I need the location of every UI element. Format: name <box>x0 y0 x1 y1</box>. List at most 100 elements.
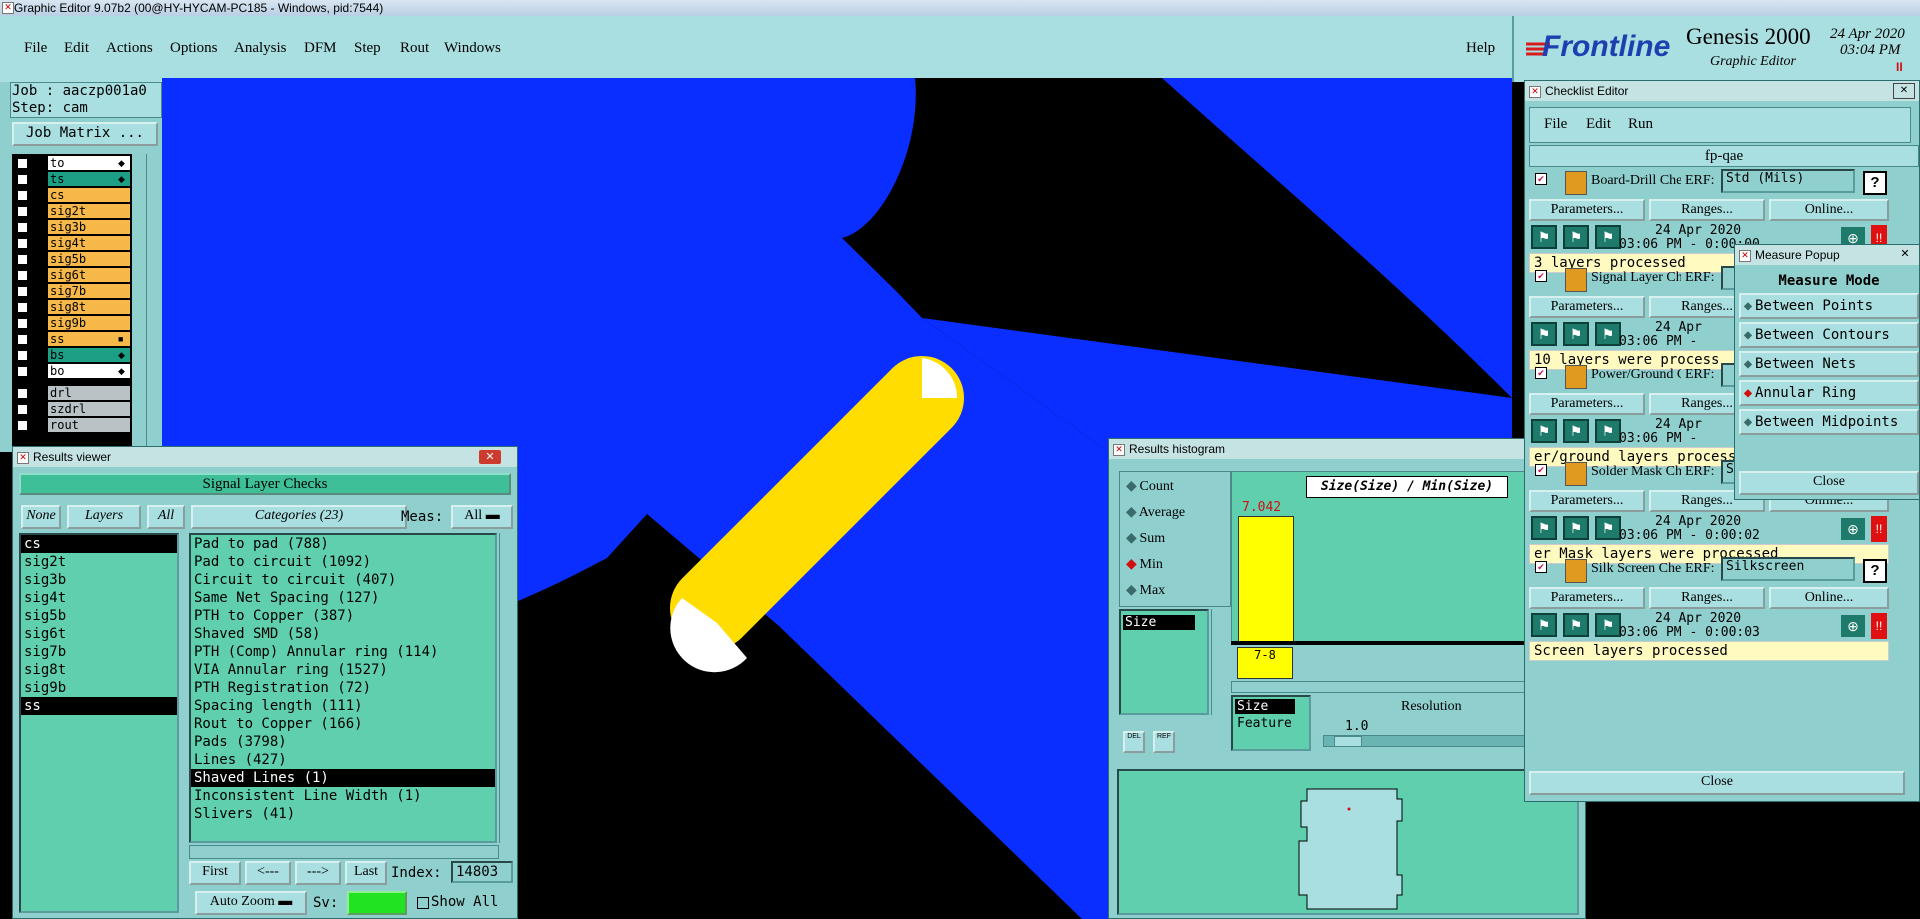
help-button[interactable]: ? <box>1863 559 1887 583</box>
categories-button[interactable]: Categories (23) <box>191 505 407 529</box>
radio-icon[interactable]: ◆ <box>1126 478 1137 495</box>
alert-icon[interactable]: !! <box>1871 516 1887 542</box>
erf-field[interactable]: Std (Mils) <box>1721 169 1855 193</box>
radio-icon[interactable]: ◆ <box>1126 556 1137 573</box>
run-all-icon[interactable]: ⚑ <box>1563 419 1589 443</box>
zoom-results-icon[interactable]: ⊕ <box>1841 518 1865 540</box>
run-icon[interactable]: ⚑ <box>1531 613 1557 637</box>
layer-name[interactable]: sig9b <box>48 316 130 330</box>
layer-checkbox[interactable] <box>17 286 28 297</box>
layer-name[interactable]: sig2t <box>48 204 130 218</box>
attribute-feature[interactable]: Feature <box>1235 716 1307 731</box>
layer-checkbox[interactable] <box>17 174 28 185</box>
histogram-menu-icon[interactable]: ✕ <box>1113 444 1125 456</box>
layer-row-sig6t[interactable]: sig6t <box>14 268 132 282</box>
layer-result-list[interactable]: cs sig2t sig3b sig4t sig5b sig6t sig7b sig8t sig… <box>19 533 179 913</box>
layer-name[interactable]: sig4t <box>48 236 130 250</box>
category-item[interactable]: PTH Registration (72) <box>191 679 495 697</box>
layers-button[interactable]: Layers <box>67 505 141 529</box>
checklist-menu-edit[interactable]: Edit <box>1586 116 1611 133</box>
parameters-button[interactable]: Parameters... <box>1529 490 1645 512</box>
category-item[interactable]: VIA Annular ring (1527) <box>191 661 495 679</box>
show-results-icon[interactable]: ⚑ <box>1595 419 1621 443</box>
layer-name[interactable]: sig5b <box>48 252 130 266</box>
category-item[interactable]: PTH to Copper (387) <box>191 607 495 625</box>
checklist-close-icon[interactable]: ✕ <box>1893 83 1915 99</box>
category-scrollbar[interactable] <box>499 533 514 843</box>
checklist-menu-file[interactable]: File <box>1544 116 1567 133</box>
category-item[interactable]: Spacing length (111) <box>191 697 495 715</box>
sv-color-dropdown[interactable] <box>347 891 407 915</box>
category-hscrollbar[interactable] <box>189 845 499 859</box>
menu-windows[interactable]: Windows <box>444 40 501 57</box>
measure-option[interactable]: ◆ Between Contours <box>1739 322 1919 348</box>
menu-actions[interactable]: Actions <box>106 40 153 57</box>
layer-checkbox[interactable] <box>17 388 28 399</box>
results-viewer-menu-icon[interactable]: ✕ <box>17 452 29 464</box>
checklist-close-button[interactable]: Close <box>1529 771 1905 795</box>
parameters-button[interactable]: Parameters... <box>1529 296 1645 318</box>
radio-icon[interactable]: ◆ <box>1126 504 1137 521</box>
check-enable-checkbox[interactable]: ✔ <box>1535 561 1547 573</box>
check-name[interactable]: Board-Drill Che <box>1591 173 1681 189</box>
all-layers-button[interactable]: All <box>147 505 185 529</box>
layer-checkbox[interactable] <box>17 404 28 415</box>
layer-row-szdrl[interactable]: szdrl <box>14 402 132 416</box>
layer-checkbox[interactable] <box>17 420 28 431</box>
layer-name[interactable]: cs <box>48 188 130 202</box>
measure-radio-icon[interactable]: ◆ <box>1741 353 1755 375</box>
menu-file[interactable]: File <box>24 40 47 57</box>
layer-row-drl[interactable]: drl <box>14 386 132 400</box>
menu-step[interactable]: Step <box>354 40 381 57</box>
measure-option[interactable]: ◆ Between Nets <box>1739 351 1919 377</box>
run-all-icon[interactable]: ⚑ <box>1563 613 1589 637</box>
layer-row-sig4t[interactable]: sig4t <box>14 236 132 250</box>
layer-row-to[interactable]: to ◆ <box>14 156 132 170</box>
check-name[interactable]: Silk Screen Che <box>1591 561 1681 577</box>
category-item[interactable]: Pads (3798) <box>191 733 495 751</box>
category-item[interactable]: Slivers (41) <box>191 805 495 823</box>
layer-checkbox[interactable] <box>17 318 28 329</box>
layer-row-sig8t[interactable]: sig8t <box>14 300 132 314</box>
app-close-icon[interactable]: ✕ <box>2 2 14 14</box>
result-layer-item[interactable]: cs <box>21 535 177 553</box>
layer-row-ts[interactable]: ts ◆ <box>14 172 132 186</box>
histogram-list[interactable]: Size <box>1119 609 1209 715</box>
layer-checkbox[interactable] <box>17 254 28 265</box>
result-layer-item[interactable]: sig5b <box>21 607 177 625</box>
online-button[interactable]: Online... <box>1769 587 1889 609</box>
category-item[interactable]: Pad to pad (788) <box>191 535 495 553</box>
histogram-list-item[interactable]: Size <box>1123 615 1195 630</box>
run-all-icon[interactable]: ⚑ <box>1563 516 1589 540</box>
histogram-bar[interactable] <box>1238 516 1294 642</box>
layer-checkbox[interactable] <box>17 350 28 361</box>
parameters-button[interactable]: Parameters... <box>1529 587 1645 609</box>
layer-name[interactable]: sig3b <box>48 220 130 234</box>
layer-name[interactable]: drl <box>48 386 130 400</box>
mode-max[interactable]: ◆ Max <box>1126 582 1165 602</box>
result-layer-item[interactable]: sig2t <box>21 553 177 571</box>
check-enable-checkbox[interactable]: ✔ <box>1535 173 1547 185</box>
parameters-button[interactable]: Parameters... <box>1529 393 1645 415</box>
mode-min[interactable]: ◆ Min <box>1126 556 1163 576</box>
measure-close-button[interactable]: Close <box>1739 471 1919 495</box>
results-viewer-close-icon[interactable]: ✕ <box>479 450 501 464</box>
category-item[interactable]: Lines (427) <box>191 751 495 769</box>
layer-checkbox[interactable] <box>17 270 28 281</box>
prev-button[interactable]: <--- <box>245 861 291 885</box>
show-all-checkbox[interactable] <box>417 897 429 909</box>
category-item[interactable]: Rout to Copper (166) <box>191 715 495 733</box>
run-icon[interactable]: ⚑ <box>1531 516 1557 540</box>
last-button[interactable]: Last <box>345 861 387 885</box>
result-layer-item[interactable]: sig6t <box>21 625 177 643</box>
menu-rout[interactable]: Rout <box>400 40 429 57</box>
help-button[interactable]: ? <box>1863 171 1887 195</box>
category-item[interactable]: Same Net Spacing (127) <box>191 589 495 607</box>
layer-checkbox[interactable] <box>17 366 28 377</box>
meas-dropdown[interactable]: All ▬ <box>451 505 513 529</box>
ranges-button[interactable]: Ranges... <box>1649 199 1765 221</box>
menu-edit[interactable]: Edit <box>64 40 89 57</box>
check-name[interactable]: Signal Layer Ch <box>1591 270 1681 286</box>
menu-help[interactable]: Help <box>1466 40 1495 57</box>
resolution-slider-thumb[interactable] <box>1334 736 1362 747</box>
